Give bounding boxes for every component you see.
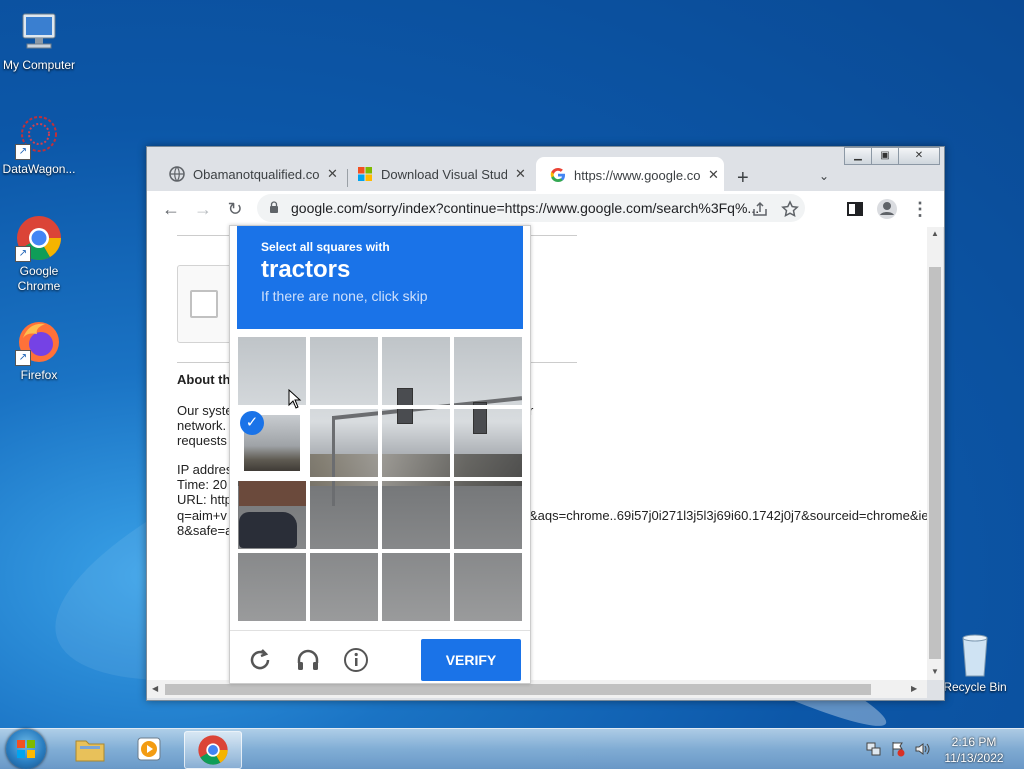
about-heading: About th xyxy=(177,372,231,387)
reload-button[interactable]: ↻ xyxy=(223,197,247,221)
microsoft-logo-icon xyxy=(358,167,372,181)
side-panel-icon[interactable] xyxy=(846,200,864,218)
desktop-icon-google-chrome[interactable]: ↗ Google Chrome xyxy=(0,214,78,294)
taskbar-clock[interactable]: 2:16 PM 11/13/2022 xyxy=(936,734,1012,766)
datawagon-icon: ↗ xyxy=(15,112,63,160)
recaptcha-checkbox[interactable] xyxy=(190,290,218,318)
menu-kebab-icon[interactable]: ⋮ xyxy=(908,197,932,221)
forward-button[interactable]: → xyxy=(191,197,215,221)
tab-obamanotqualified[interactable]: Obamanotqualified.com ✕ xyxy=(155,159,343,189)
grid-cell[interactable] xyxy=(309,552,379,622)
challenge-hint: If there are none, click skip xyxy=(261,288,428,304)
scroll-up-arrow[interactable]: ▲ xyxy=(931,229,939,238)
grid-cell[interactable] xyxy=(381,336,451,406)
action-center-flag-icon[interactable] xyxy=(890,741,906,757)
about-text-line: network. xyxy=(177,418,227,433)
desktop-icon-recycle-bin[interactable]: Recycle Bin xyxy=(936,630,1014,695)
mouse-cursor-icon xyxy=(288,389,302,409)
grid-cell[interactable] xyxy=(453,336,523,406)
challenge-header: Select all squares with tractors If ther… xyxy=(237,226,523,329)
scroll-left-arrow[interactable]: ◀ xyxy=(152,684,158,693)
checkmark-icon: ✓ xyxy=(240,411,264,435)
media-player-icon xyxy=(137,737,161,761)
close-tab-icon[interactable]: ✕ xyxy=(327,166,338,182)
shortcut-arrow-icon: ↗ xyxy=(15,246,31,262)
network-icon[interactable] xyxy=(866,741,882,757)
tab-download-visual-studio[interactable]: Download Visual Studio ✕ xyxy=(343,159,531,189)
shortcut-arrow-icon: ↗ xyxy=(15,144,31,160)
shortcut-arrow-icon: ↗ xyxy=(15,350,31,366)
vertical-scrollbar[interactable]: ▲ ▼ xyxy=(927,227,943,680)
time-line: Time: 20 xyxy=(177,477,228,492)
close-tab-icon[interactable]: ✕ xyxy=(708,167,719,183)
profile-avatar-icon[interactable] xyxy=(876,198,898,220)
challenge-instruction: Select all squares with xyxy=(261,240,390,254)
grid-cell[interactable] xyxy=(381,552,451,622)
desktop-icon-datawagon[interactable]: ↗ DataWagon... xyxy=(0,112,78,177)
grid-cell[interactable] xyxy=(309,336,379,406)
folder-icon xyxy=(75,740,105,762)
start-button[interactable] xyxy=(6,729,46,769)
computer-icon xyxy=(15,8,63,56)
globe-icon xyxy=(169,166,185,182)
info-icon[interactable] xyxy=(343,647,369,673)
clock-date: 11/13/2022 xyxy=(944,751,1004,765)
grid-cell[interactable] xyxy=(453,408,523,478)
grid-cell[interactable] xyxy=(309,408,379,478)
verify-button[interactable]: VERIFY xyxy=(421,639,521,681)
taskbar-explorer[interactable] xyxy=(62,731,118,767)
taskbar-chrome[interactable] xyxy=(184,731,242,769)
reload-challenge-icon[interactable] xyxy=(247,647,273,673)
scrollbar-thumb[interactable] xyxy=(165,684,871,695)
challenge-footer: VERIFY xyxy=(230,630,530,684)
address-url: google.com/sorry/index?continue=https://… xyxy=(291,200,760,216)
recycle-bin-icon xyxy=(951,630,999,678)
about-text-line: requests xyxy=(177,433,227,448)
challenge-target: tractors xyxy=(261,256,351,283)
grid-cell[interactable] xyxy=(381,408,451,478)
chrome-icon xyxy=(198,735,228,765)
grid-cell[interactable] xyxy=(237,480,307,550)
taskbar-media-player[interactable] xyxy=(122,731,178,767)
google-logo-icon xyxy=(550,168,565,182)
grid-cell[interactable] xyxy=(381,480,451,550)
new-tab-button[interactable]: + xyxy=(737,167,749,190)
browser-toolbar: ← → ↻ google.com/sorry/index?continue=ht… xyxy=(147,191,944,227)
firefox-icon: ↗ xyxy=(15,318,63,366)
ip-address-line: IP addres xyxy=(177,462,233,477)
volume-icon[interactable] xyxy=(914,741,930,757)
recaptcha-challenge: Select all squares with tractors If ther… xyxy=(229,225,531,684)
tab-search-button[interactable]: ⌄ xyxy=(819,169,829,183)
url-tail: &aqs=chrome..69i57j0i271l3j5l3j69i60.174… xyxy=(529,508,927,523)
tab-strip: Obamanotqualified.com ✕ Download Visual … xyxy=(147,155,944,193)
url-line: URL: http xyxy=(177,492,232,507)
taskbar: 2:16 PM 11/13/2022 xyxy=(0,728,1024,769)
clock-time: 2:16 PM xyxy=(951,735,997,749)
grid-cell[interactable] xyxy=(309,480,379,550)
scroll-down-arrow[interactable]: ▼ xyxy=(931,667,939,676)
desktop-icon-my-computer[interactable]: My Computer xyxy=(0,8,78,73)
challenge-image-grid: ✓ xyxy=(237,336,523,622)
url-continuation: 8&safe=a xyxy=(177,523,233,538)
grid-cell[interactable] xyxy=(237,552,307,622)
close-tab-icon[interactable]: ✕ xyxy=(515,166,526,182)
audio-challenge-icon[interactable] xyxy=(295,647,321,673)
windows-logo-icon xyxy=(17,740,35,758)
tab-google-active[interactable]: https://www.google.com ✕ xyxy=(536,157,724,193)
scroll-right-arrow[interactable]: ▶ xyxy=(911,684,917,693)
share-icon[interactable] xyxy=(751,200,769,218)
lock-icon xyxy=(270,201,278,213)
scrollbar-thumb[interactable] xyxy=(929,267,941,659)
address-bar[interactable]: google.com/sorry/index?continue=https://… xyxy=(257,194,805,222)
about-text-line: Our syste xyxy=(177,403,233,418)
grid-cell[interactable] xyxy=(453,480,523,550)
chrome-icon: ↗ xyxy=(15,214,63,262)
url-continuation: q=aim+v xyxy=(177,508,227,523)
back-button[interactable]: ← xyxy=(159,197,183,221)
desktop-icon-firefox[interactable]: ↗ Firefox xyxy=(0,318,78,383)
bookmark-star-icon[interactable] xyxy=(781,200,799,218)
grid-cell[interactable] xyxy=(453,552,523,622)
